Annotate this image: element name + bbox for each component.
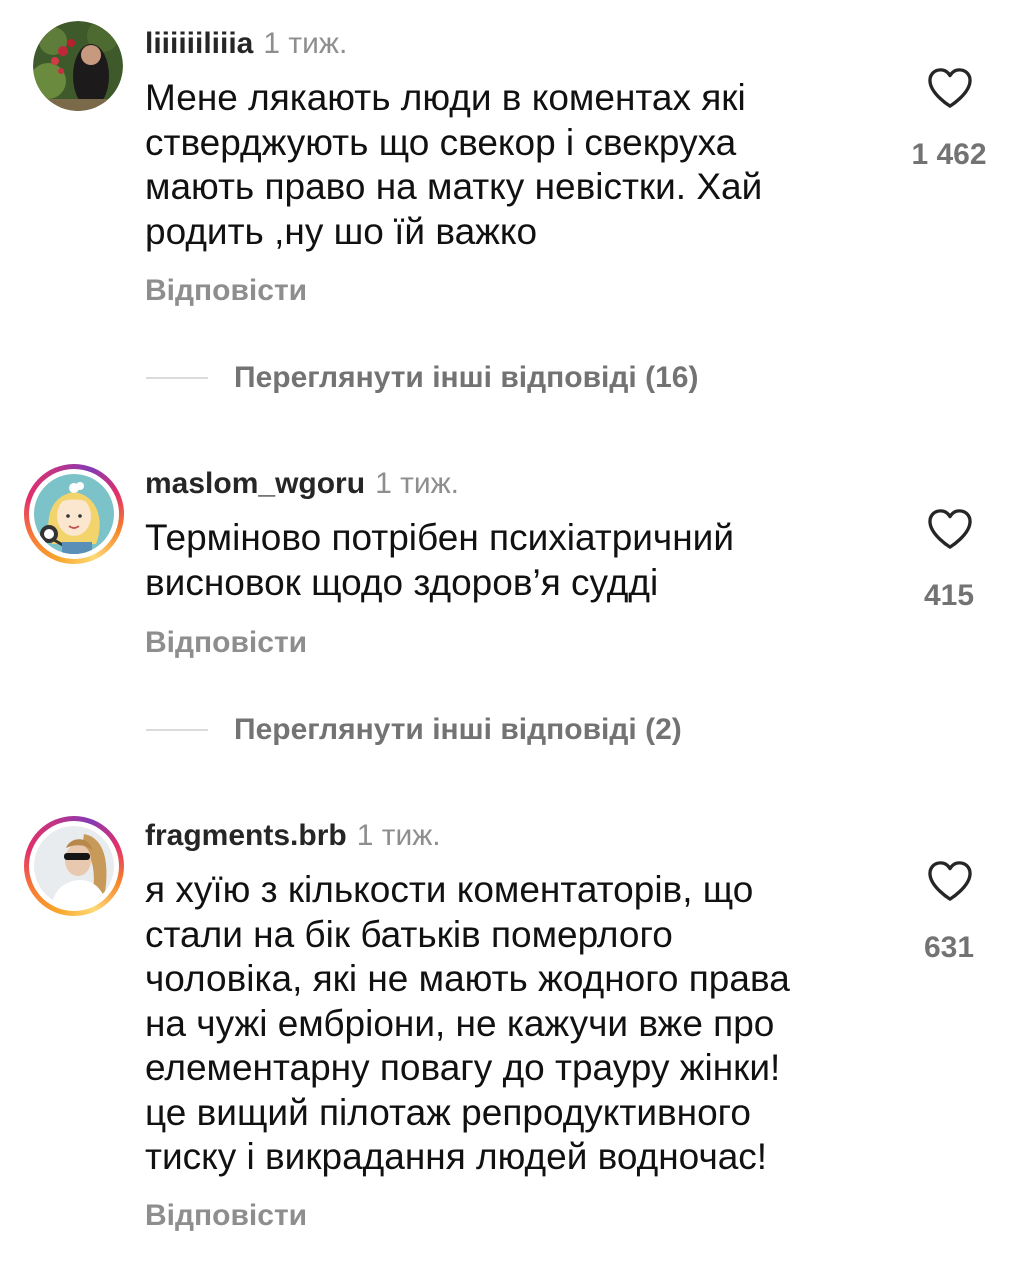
comment-text-line: мають право на матку невістки. Хай [145,166,763,207]
timestamp: 1 тиж. [263,27,348,60]
comment-text-line: Мене лякають люди в коментах які [145,77,746,118]
comment-text-line: Терміново потрібен психіатричний [145,517,734,558]
comment-text-line: чоловіка, які не мають жодного права [145,958,790,999]
username[interactable]: liiiiiiliiia [145,27,253,60]
avatar[interactable] [24,464,124,564]
divider [146,377,208,379]
like-count: 415 [923,579,975,612]
username[interactable]: fragments.brb [145,819,347,852]
reply-button[interactable]: Відповісти [145,1198,307,1234]
comment-text: Терміново потрібен психіатричний висново… [145,516,865,605]
view-replies-label: Переглянути інші відповіді (16) [234,361,699,394]
comment-text-line: на чужі ембріони, не кажучи вже про [145,1002,775,1044]
timestamp: 1 тиж. [356,819,441,852]
comment-header: liiiiiiliiia 1 тиж. [145,26,347,62]
comment-text-line: це вищий пілотаж репродуктивного [145,1091,751,1133]
view-replies-label: Переглянути інші відповіді (2) [234,713,682,746]
avatar[interactable] [24,816,124,916]
avatar-image [34,474,114,554]
comment-text-line: стверджують що свекор і свекруха [145,121,737,163]
avatar-ring [29,469,119,559]
avatar-image [34,826,114,906]
like-count: 631 [923,931,975,964]
comment-text: Мене лякають люди в коментах які ствердж… [145,76,865,254]
heart-outline-icon[interactable] [927,67,973,109]
avatar-image [33,21,123,111]
like-count: 1 462 [911,138,987,171]
avatar[interactable] [33,21,123,111]
comment-text-line: елементарну повагу до трауру жінки! [145,1047,781,1088]
comment-text-line: родить ,ну шо їй важко [145,210,538,252]
heart-outline-icon[interactable] [927,860,973,902]
avatar-ring [29,821,119,911]
reply-button[interactable]: Відповісти [145,625,307,661]
comment-text: я хуїю з кількости коментаторів, що стал… [145,868,865,1180]
comment-text-line: стали на бік батьків померлого [145,913,673,955]
comment-text-line: висновок щодо здоров’я судді [145,561,659,603]
divider [146,729,208,731]
comment-text-line: я хуїю з кількости коментаторів, що [145,869,754,910]
comment-header: fragments.brb 1 тиж. [145,818,441,854]
username[interactable]: maslom_wgoru [145,467,365,500]
comment-text-line: тиску і викрадання людей водночас! [145,1136,768,1177]
comment-header: maslom_wgoru 1 тиж. [145,466,459,502]
view-replies-button[interactable]: Переглянути інші відповіді (2) [146,712,682,748]
view-replies-button[interactable]: Переглянути інші відповіді (16) [146,360,698,396]
timestamp: 1 тиж. [375,467,459,500]
heart-outline-icon[interactable] [927,508,973,550]
reply-button[interactable]: Відповісти [145,273,307,309]
